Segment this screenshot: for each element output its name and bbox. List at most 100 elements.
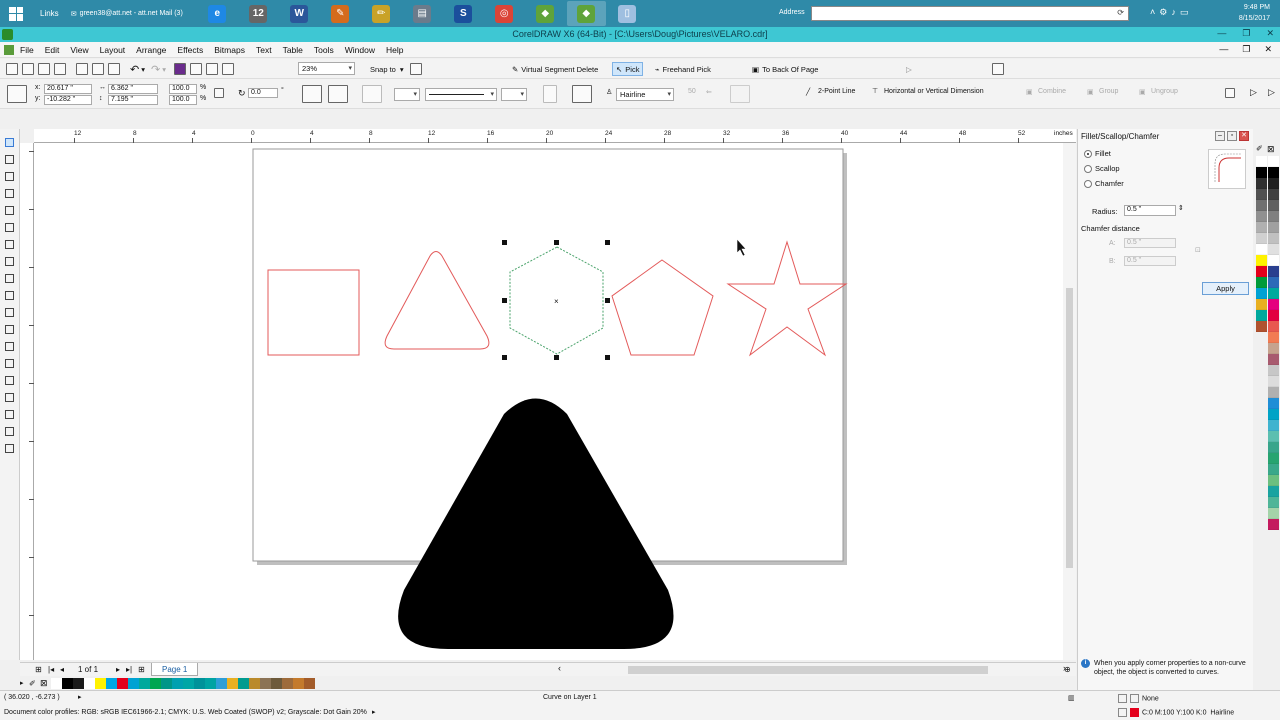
snap-to-button[interactable]: Snap to xyxy=(370,65,396,74)
scale-height-input[interactable]: 100.0 xyxy=(169,95,197,105)
palette-swatch[interactable] xyxy=(1268,431,1279,442)
status-arrow-icon-2[interactable]: ▸ xyxy=(372,708,376,716)
doc-palette-swatch[interactable] xyxy=(95,677,106,689)
palette-swatch[interactable] xyxy=(1256,211,1267,222)
minimize-button[interactable]: — xyxy=(1217,28,1226,39)
cut-icon[interactable] xyxy=(76,63,88,75)
import-icon[interactable] xyxy=(173,63,186,75)
doc-palette-swatch[interactable] xyxy=(161,677,172,689)
end-arrowhead-select[interactable] xyxy=(501,88,527,101)
copy-icon[interactable] xyxy=(92,63,104,75)
address-input[interactable]: ⟳ xyxy=(811,6,1129,21)
taskbar-app-7[interactable]: ◎ xyxy=(485,1,524,26)
freehand-pick-button[interactable]: Freehand Pick xyxy=(663,65,711,74)
doc-palette-swatch[interactable] xyxy=(84,677,95,689)
start-arrowhead-select[interactable] xyxy=(394,88,420,101)
add-page-icon[interactable]: ⊞ xyxy=(35,665,42,674)
palette-swatch[interactable] xyxy=(1268,343,1279,354)
publish-pdf-icon[interactable] xyxy=(205,63,218,75)
doc-palette-swatch[interactable] xyxy=(216,677,227,689)
add-page-after-icon[interactable]: ⊞ xyxy=(138,665,145,674)
options-icon[interactable] xyxy=(1225,88,1235,98)
doc-palette-swatch[interactable] xyxy=(150,677,161,689)
taskbar-app-5[interactable]: ▤ xyxy=(403,1,442,26)
palette-swatch[interactable] xyxy=(1268,387,1279,398)
prev-page-icon[interactable]: ◂ xyxy=(60,665,64,674)
palette-swatch[interactable] xyxy=(1268,508,1279,519)
palette-swatch[interactable] xyxy=(1268,277,1279,288)
table-tool-icon[interactable] xyxy=(4,307,16,318)
scroll-left-icon[interactable]: ‹ xyxy=(558,663,561,673)
palette-swatch[interactable] xyxy=(1256,288,1267,299)
palette-swatch[interactable] xyxy=(1256,233,1267,244)
transparency-tool-icon[interactable] xyxy=(4,375,16,386)
palette-swatch[interactable] xyxy=(1268,178,1279,189)
lock-ratio-icon[interactable] xyxy=(214,88,224,98)
two-point-line-button[interactable]: 2-Point Line xyxy=(818,88,855,95)
radius-spinner[interactable]: ⇕ xyxy=(1178,204,1184,212)
palette-swatch[interactable] xyxy=(1268,288,1279,299)
palette-swatch[interactable] xyxy=(1268,310,1279,321)
width-input[interactable]: 6.362 " xyxy=(108,84,158,94)
eyedropper-icon[interactable]: ✐ xyxy=(29,679,40,688)
palette-swatch[interactable] xyxy=(1268,200,1279,211)
option-chamfer-radio[interactable]: Chamfer xyxy=(1084,179,1124,188)
palette-swatch[interactable] xyxy=(1256,156,1267,167)
taskbar-app-9[interactable]: ◆ xyxy=(566,1,606,26)
chamfer-a-input[interactable]: 0.5 " xyxy=(1124,238,1176,248)
palette-swatch[interactable] xyxy=(1268,321,1279,332)
last-page-icon[interactable]: ▸| xyxy=(126,665,132,674)
menu-table[interactable]: Table xyxy=(283,45,303,55)
mail-taskbar-item[interactable]: ✉ green38@att.net - att.net Mail (3) xyxy=(71,10,183,18)
new-document-icon[interactable] xyxy=(6,63,18,75)
docker-restore-button[interactable]: ▫ xyxy=(1227,131,1237,141)
doc-palette-swatch[interactable] xyxy=(271,677,282,689)
object-origin-icon[interactable] xyxy=(7,85,27,103)
to-back-of-page-button[interactable]: To Back Of Page xyxy=(762,65,818,74)
doc-palette-swatch[interactable] xyxy=(62,677,73,689)
palette-swatch[interactable] xyxy=(1268,365,1279,376)
palette-arrow-icon[interactable]: ▸ xyxy=(20,679,29,687)
height-input[interactable]: 7.195 " xyxy=(108,95,158,105)
palette-swatch[interactable] xyxy=(1268,266,1279,277)
volume-icon[interactable]: ♪ xyxy=(1171,7,1176,18)
vertical-scroll-thumb[interactable] xyxy=(1066,288,1073,568)
menu-layout[interactable]: Layout xyxy=(100,45,126,55)
crop-tool-icon[interactable] xyxy=(4,171,16,182)
palette-swatch[interactable] xyxy=(1256,167,1267,178)
parallel-dimension-icon[interactable] xyxy=(4,324,16,335)
save-icon[interactable] xyxy=(38,63,50,75)
next-icon[interactable]: ▷ xyxy=(1250,87,1257,98)
doc-palette-swatch[interactable] xyxy=(260,677,271,689)
palette-swatch[interactable] xyxy=(1268,233,1279,244)
palette-swatch[interactable] xyxy=(1268,497,1279,508)
lock-chamfer-icon[interactable]: ⊡ xyxy=(1195,246,1201,254)
redo-icon[interactable]: ↷ xyxy=(151,63,160,76)
option-fillet-radio[interactable]: Fillet xyxy=(1084,149,1111,158)
rotation-input[interactable]: 0.0 xyxy=(248,88,278,98)
pick-tool-icon[interactable] xyxy=(4,137,16,148)
horizontal-scroll-thumb[interactable] xyxy=(628,666,988,674)
docker-minimize-button[interactable]: – xyxy=(1215,131,1225,141)
apply-button[interactable]: Apply xyxy=(1202,282,1249,295)
doc-palette-swatch[interactable] xyxy=(117,677,128,689)
horizontal-ruler[interactable]: 12 8 4 0 4 8 12 16 20 24 28 32 36 40 44 48 52 xyxy=(34,129,1076,143)
taskbar-app-10[interactable]: ▯ xyxy=(608,1,647,26)
application-launcher-icon[interactable] xyxy=(221,63,234,75)
doc-palette-swatch[interactable] xyxy=(183,677,194,689)
shape-tool-icon[interactable] xyxy=(4,154,16,165)
rectangle-tool-icon[interactable] xyxy=(4,239,16,250)
taskbar-app-6[interactable]: S xyxy=(444,1,483,26)
menu-view[interactable]: View xyxy=(70,45,88,55)
zoom-tool-icon[interactable] xyxy=(4,188,16,199)
tray-arrow-icon[interactable]: ˄ xyxy=(1150,7,1155,18)
taskbar-app-8[interactable]: ◆ xyxy=(526,1,565,26)
zoom-level-select[interactable]: 23% xyxy=(298,62,355,75)
more-arrow-icon[interactable]: ▷ xyxy=(906,65,912,74)
document-icon[interactable] xyxy=(4,44,14,55)
palette-swatch[interactable] xyxy=(1268,464,1279,475)
palette-swatch[interactable] xyxy=(1268,167,1279,178)
mirror-vertical-icon[interactable] xyxy=(328,85,348,103)
menu-window[interactable]: Window xyxy=(345,45,375,55)
outline-indicator[interactable]: C:0 M:100 Y:100 K:0 Hairline xyxy=(1118,708,1234,717)
